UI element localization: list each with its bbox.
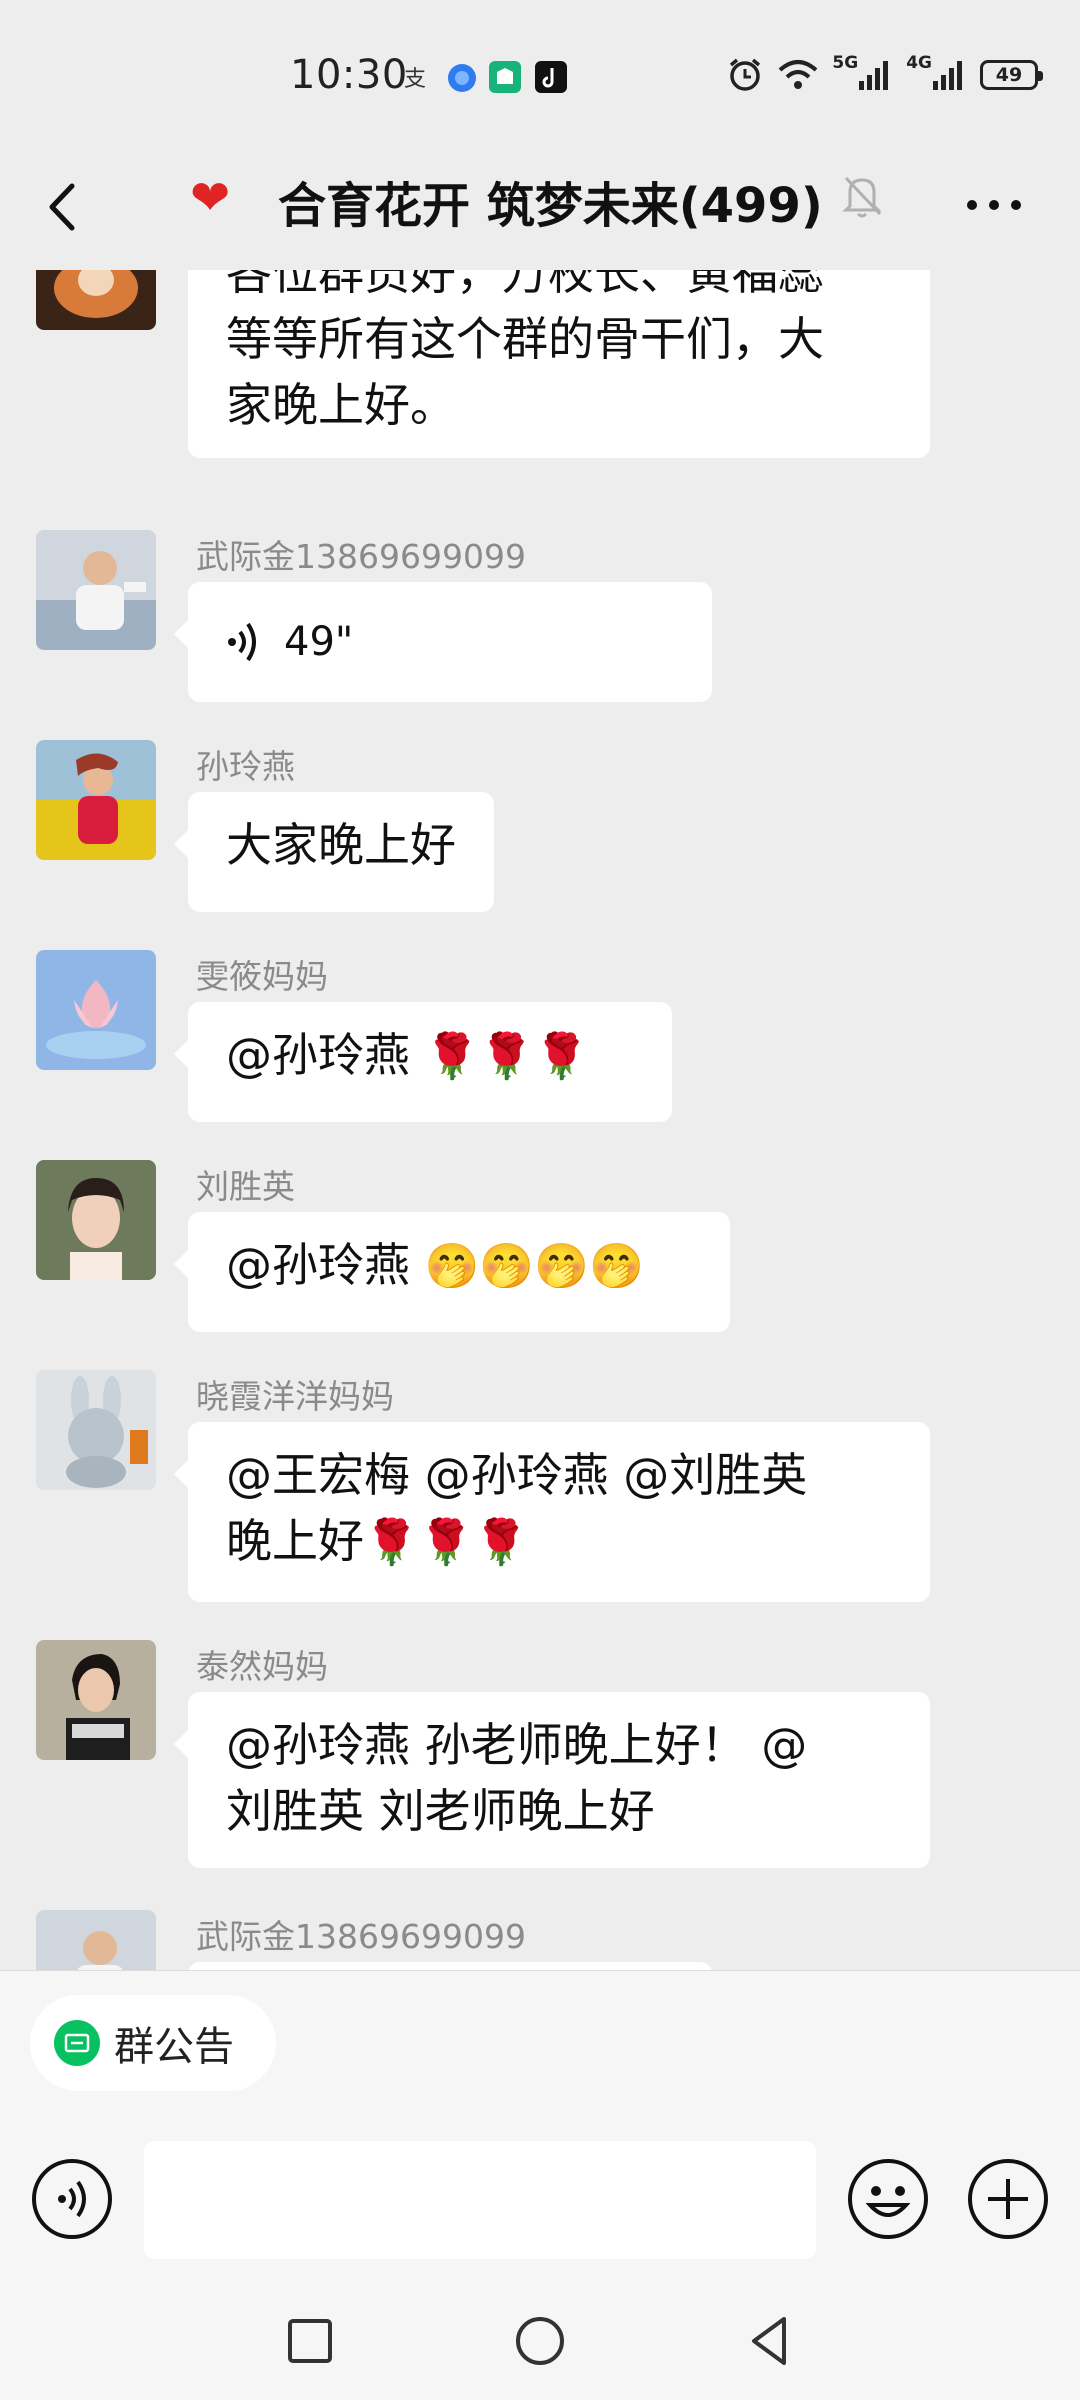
avatar[interactable] [36, 1370, 156, 1490]
svg-text:支: 支 [404, 67, 426, 92]
alipay-icon: 支 [404, 67, 426, 92]
battery-level: 49 [995, 64, 1023, 86]
sender-name: 刘胜英 [196, 1167, 295, 1206]
network-4g-label: 4G [906, 53, 932, 73]
avatar[interactable] [36, 740, 156, 860]
network-5g-label: 5G [832, 53, 859, 73]
message-bubble[interactable]: @孙玲燕 🤭🤭🤭🤭 [174, 1212, 730, 1332]
battery-indicator: 49 [980, 60, 1043, 90]
input-area: 群公告 [0, 1970, 1080, 2400]
voice-duration: 49" [284, 619, 354, 665]
status-time: 10:30 [290, 52, 408, 98]
message-bubble[interactable]: @孙玲燕 🌹🌹🌹 [174, 1002, 672, 1122]
avatar[interactable] [36, 1640, 156, 1760]
message-text-line: @孙玲燕 孙老师晚上好！ @ [226, 1718, 808, 1772]
sender-name: 雯筱妈妈 [196, 957, 328, 996]
more-functions-button[interactable] [966, 2157, 1050, 2241]
recent-apps-button[interactable] [280, 2311, 340, 2371]
notice-icon [54, 2020, 100, 2066]
avatar[interactable] [36, 270, 156, 330]
status-indicators: 5G 4G 49 [726, 53, 1043, 94]
group-notice-label: 群公告 [114, 2024, 234, 2070]
message-text-line: 各位群员好，万校长、黄福蕊 [226, 270, 824, 300]
message-bubble[interactable]: 大家晚上好 [174, 792, 494, 912]
heart-icon: ❤ [190, 170, 231, 226]
message-text: 大家晚上好 [226, 818, 456, 872]
voice-input-button[interactable] [30, 2157, 114, 2241]
sender-name: 武际金13869699099 [196, 1917, 526, 1956]
voice-message-bubble[interactable]: 49" [174, 582, 712, 702]
chat-title: 合育花开 筑梦未来(499) [278, 178, 823, 234]
signal-icon [859, 61, 889, 90]
back-button[interactable] [36, 172, 96, 242]
sender-name: 晓霞洋洋妈妈 [196, 1377, 394, 1416]
avatar[interactable] [36, 530, 156, 650]
message-text-line: 家晚上好。 [226, 378, 456, 432]
chat-header: ❤ 合育花开 筑梦未来(499) [0, 150, 1080, 270]
message-list[interactable]: 各位群员好，万校长、黄福蕊 等等所有这个群的骨干们，大 家晚上好。 武际金138… [0, 270, 1080, 1970]
mute-icon [842, 176, 882, 218]
signal-icon-2 [933, 61, 962, 90]
message-text-line: @王宏梅 @孙玲燕 @刘胜英 [226, 1448, 808, 1502]
message-text: @孙玲燕 [226, 1028, 425, 1082]
voice-wave-icon [228, 622, 256, 662]
sender-name: 泰然妈妈 [196, 1647, 328, 1686]
alarm-icon [730, 58, 761, 91]
message-text-line: 刘胜英 刘老师晚上好 [226, 1784, 655, 1838]
rose-emoji: 🌹🌹🌹 [424, 1031, 589, 1082]
message-bubble[interactable]: 各位群员好，万校长、黄福蕊 等等所有这个群的骨干们，大 家晚上好。 [188, 270, 930, 458]
rose-emoji: 🌹🌹🌹 [364, 1517, 529, 1568]
message-input[interactable] [144, 2141, 816, 2259]
message-text: @孙玲燕 [226, 1238, 425, 1292]
message-bubble[interactable]: @孙玲燕 孙老师晚上好！ @ 刘胜英 刘老师晚上好 [174, 1692, 930, 1868]
avatar[interactable] [36, 1160, 156, 1280]
avatar[interactable] [36, 1910, 156, 1970]
group-notice-button[interactable]: 群公告 [30, 1995, 276, 2091]
system-navigation-bar [0, 2281, 1080, 2400]
message-bubble[interactable] [188, 1962, 712, 1970]
message-text-line: 等等所有这个群的骨干们，大 [226, 312, 824, 366]
avatar[interactable] [36, 950, 156, 1070]
emoji-button[interactable] [846, 2157, 930, 2241]
message-text-line: 晚上好 [226, 1514, 364, 1568]
message-bubble[interactable]: @王宏梅 @孙玲燕 @刘胜英 晚上好🌹🌹🌹 [174, 1422, 930, 1602]
home-button[interactable] [510, 2311, 570, 2371]
app-icon-green [489, 61, 521, 93]
sender-name: 武际金13869699099 [196, 537, 526, 576]
wifi-icon [779, 60, 818, 89]
tiktok-icon [535, 61, 567, 93]
status-bar: 10:30 支 5G 4G 49 [0, 0, 1080, 150]
more-options-button[interactable] [964, 190, 1024, 220]
system-back-button[interactable] [740, 2311, 800, 2371]
smirk-emoji: 🤭🤭🤭🤭 [424, 1241, 644, 1292]
browser-icon [448, 64, 476, 92]
sender-name: 孙玲燕 [196, 747, 295, 786]
